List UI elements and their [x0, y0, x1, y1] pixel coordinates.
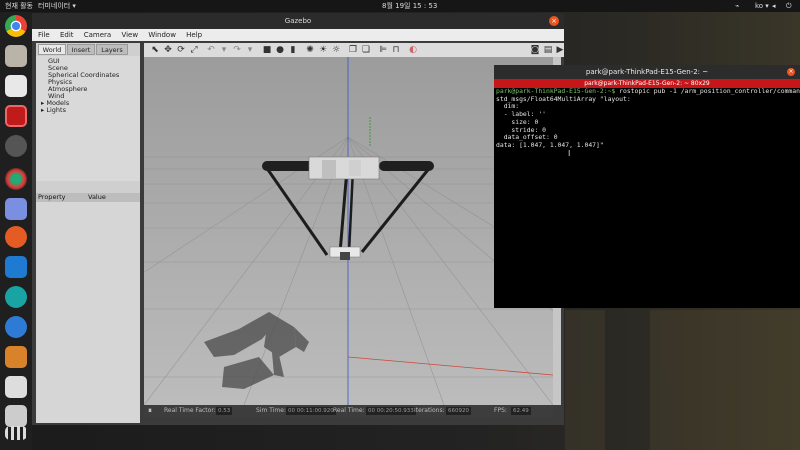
- iterations-label: Iterations:: [414, 407, 445, 414]
- input-language[interactable]: ko ▾: [755, 0, 769, 12]
- snap-icon[interactable]: ⊓: [391, 45, 401, 55]
- sim-time-label: Sim Time:: [256, 407, 286, 414]
- value-column-header: Value: [88, 193, 106, 201]
- close-icon[interactable]: ×: [549, 16, 559, 26]
- menu-camera[interactable]: Camera: [84, 31, 111, 39]
- toolbar: ⬉ ✥ ⟳ ⤢ ↶ ▾ ↷ ▾ ■ ● ▮ ✺ ☀ ☼ ❐ ❏ ⊫ ⊓ ◐ ◙ …: [144, 43, 564, 57]
- menu-edit[interactable]: Edit: [60, 31, 74, 39]
- redo-icon[interactable]: ↷: [232, 45, 242, 55]
- arduino-icon[interactable]: [5, 286, 27, 308]
- onedrive-icon[interactable]: [5, 316, 27, 338]
- top-bar: 현재 활동 터미네이터 ▾ 8월 19일 15 : 53 ⌁ ko ▾ ◂ ⏻: [0, 0, 800, 12]
- screenshot-icon[interactable]: [5, 198, 27, 220]
- terminal-window[interactable]: park@park-ThinkPad-E15-Gen-2: ~ × park@p…: [494, 65, 800, 308]
- property-column-header: Property: [38, 193, 66, 201]
- translate-mode-icon[interactable]: ✥: [163, 45, 173, 55]
- status-bar: ⏸ Real Time Factor: 0.53 Sim Time: 00 00…: [144, 405, 553, 417]
- volume-icon[interactable]: ◂: [772, 0, 776, 12]
- real-time-label: Real Time:: [333, 407, 365, 414]
- iterations-value: 660920: [446, 407, 471, 415]
- window-title: Gazebo: [32, 13, 564, 29]
- real-time-value: 00 00:20:50.933: [366, 407, 416, 415]
- vscode-icon[interactable]: [5, 256, 27, 278]
- scene-viewport[interactable]: [144, 57, 553, 405]
- spot-light-icon[interactable]: ☀: [318, 45, 328, 55]
- box-shape-icon[interactable]: ■: [262, 45, 272, 55]
- undo-icon[interactable]: ↶: [206, 45, 216, 55]
- wallpaper-stripe: [650, 310, 800, 450]
- panel-tabs: World Insert Layers: [36, 43, 140, 55]
- terminal-output[interactable]: park@park-ThinkPad-E15-Gen-2:~$ rostopic…: [496, 87, 800, 150]
- rotate-mode-icon[interactable]: ⟳: [176, 45, 186, 55]
- tab-world[interactable]: World: [38, 44, 66, 55]
- point-light-icon[interactable]: ✺: [305, 45, 315, 55]
- gazebo-icon[interactable]: [5, 168, 27, 190]
- align-icon[interactable]: ⊫: [378, 45, 388, 55]
- layers-app-icon[interactable]: [5, 346, 27, 368]
- network-icon[interactable]: ⌁: [735, 0, 741, 12]
- clock[interactable]: 8월 19일 15 : 53: [382, 0, 437, 12]
- menu-window[interactable]: Window: [148, 31, 176, 39]
- close-icon[interactable]: ×: [787, 68, 795, 76]
- left-panel: World Insert Layers GUI Scene Spherical …: [36, 43, 140, 423]
- select-mode-icon[interactable]: ⬉: [150, 45, 160, 55]
- text-editor-icon[interactable]: [5, 75, 27, 97]
- chrome-icon[interactable]: [5, 15, 27, 37]
- tree-item-label: Lights: [46, 106, 66, 114]
- screenshot-icon[interactable]: ◙: [530, 45, 540, 55]
- real-time-factor-value: 0.53: [216, 407, 233, 415]
- wallpaper-stripe: [565, 310, 605, 450]
- fps-label: FPS:: [494, 407, 507, 414]
- redo-history-icon[interactable]: ▾: [245, 45, 255, 55]
- dice-app-icon[interactable]: [5, 376, 27, 398]
- settings-icon[interactable]: [5, 135, 27, 157]
- app-menu[interactable]: 터미네이터 ▾: [38, 0, 76, 12]
- power-icon[interactable]: ⏻: [786, 0, 792, 12]
- undo-history-icon[interactable]: ▾: [219, 45, 229, 55]
- cylinder-shape-icon[interactable]: ▮: [288, 45, 298, 55]
- software-center-icon[interactable]: [5, 226, 27, 248]
- command-text: rostopic pub -1 /arm_position_controller…: [615, 87, 800, 95]
- gazebo-window: Gazebo × File Edit Camera View Window He…: [32, 13, 564, 425]
- directional-light-icon[interactable]: ☼: [331, 45, 341, 55]
- tree-item-lights[interactable]: ▸ Lights: [36, 107, 140, 114]
- property-header: Property Value: [36, 193, 140, 202]
- menu-view[interactable]: View: [121, 31, 138, 39]
- dock: [0, 12, 32, 450]
- show-apps-icon[interactable]: [5, 426, 27, 440]
- video-record-icon[interactable]: ▶: [555, 45, 565, 55]
- fps-value: 62.49: [511, 407, 531, 415]
- activities-button[interactable]: 현재 활동: [5, 0, 33, 12]
- scale-mode-icon[interactable]: ⤢: [189, 45, 199, 55]
- terminal-line: data: [1.047, 1.047, 1.047]": [496, 140, 604, 149]
- real-time-factor-label: Real Time Factor:: [164, 407, 216, 414]
- tab-layers[interactable]: Layers: [96, 44, 128, 55]
- terminator-icon[interactable]: [5, 105, 27, 127]
- tab-insert[interactable]: Insert: [67, 44, 95, 55]
- copy-icon[interactable]: ❐: [348, 45, 358, 55]
- log-icon[interactable]: ▤: [543, 45, 553, 55]
- files-icon[interactable]: [5, 45, 27, 67]
- change-view-icon[interactable]: ◐: [408, 45, 418, 55]
- menu-bar: File Edit Camera View Window Help: [32, 29, 564, 41]
- menu-file[interactable]: File: [38, 31, 50, 39]
- sim-time-value: 00 00:11:00.920: [286, 407, 336, 415]
- pause-icon[interactable]: ⏸: [148, 405, 152, 417]
- dice-app-icon[interactable]: [5, 405, 27, 427]
- property-table: [36, 202, 140, 423]
- terminal-title: park@park-ThinkPad-E15-Gen-2: ~: [494, 65, 800, 79]
- sphere-shape-icon[interactable]: ●: [275, 45, 285, 55]
- menu-help[interactable]: Help: [186, 31, 202, 39]
- scene-render: [144, 57, 553, 405]
- world-tree: GUI Scene Spherical Coordinates Physics …: [36, 56, 140, 181]
- text-cursor-icon: I: [568, 149, 571, 158]
- paste-icon[interactable]: ❏: [361, 45, 371, 55]
